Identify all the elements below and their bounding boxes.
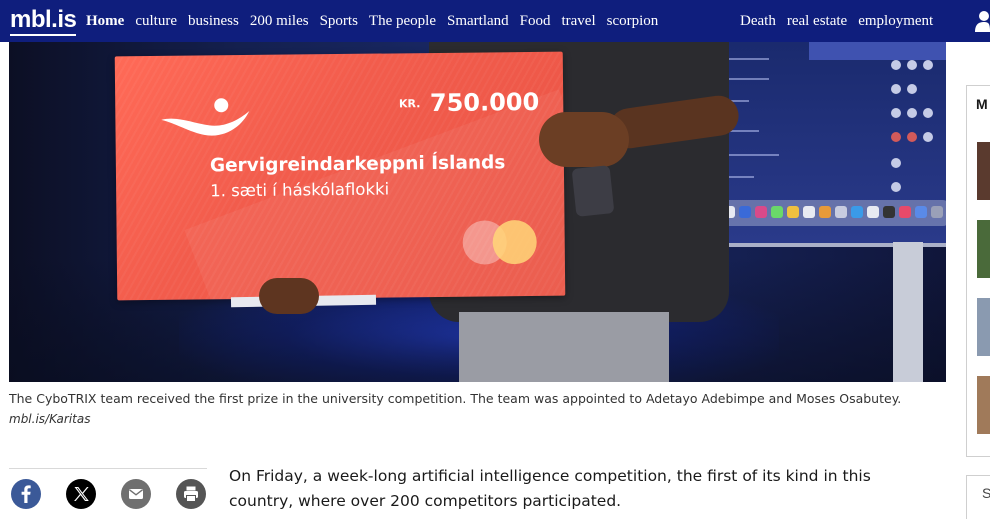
facebook-icon <box>21 485 31 503</box>
sidebar-thumbnail[interactable] <box>977 142 990 200</box>
sidebar-thumbnail[interactable] <box>977 298 990 356</box>
nav-item-the-people[interactable]: The people <box>369 13 436 30</box>
nav-item-200-miles[interactable]: 200 miles <box>250 13 309 30</box>
sidebar-thumbnail[interactable] <box>977 220 990 278</box>
sidebar-heading: M <box>976 96 988 112</box>
nav-item-employment[interactable]: employment <box>858 13 933 30</box>
email-share-button[interactable] <box>121 479 151 509</box>
nav-item-food[interactable]: Food <box>520 13 551 30</box>
nav-item-sports[interactable]: Sports <box>320 13 358 30</box>
photo-credit: mbl.is/Karitas <box>9 412 91 426</box>
phone-in-hand <box>571 165 615 217</box>
person-hand <box>539 112 629 167</box>
nav-item-smartland[interactable]: Smartland <box>447 13 509 30</box>
check-subtitle: 1. sæti í háskólaflokki <box>210 179 390 201</box>
nav-item-travel[interactable]: travel <box>561 13 595 30</box>
sidebar-heading-2: S <box>982 485 990 501</box>
card-logo-icon <box>462 219 538 267</box>
hero-photo: KR. 750.000 Gervigreindarkeppni Íslands … <box>9 42 946 382</box>
top-navigation-bar: mbl.is Home culture business 200 miles S… <box>0 0 990 42</box>
nav-item-home[interactable]: Home <box>86 13 124 30</box>
person-hand-holding-check <box>259 278 319 314</box>
x-icon <box>74 487 89 501</box>
print-icon <box>184 486 198 502</box>
nav-item-scorpion[interactable]: scorpion <box>607 13 659 30</box>
site-logo[interactable]: mbl.is <box>10 6 77 36</box>
email-icon <box>129 489 143 499</box>
nav-item-business[interactable]: business <box>188 13 239 30</box>
user-icon[interactable] <box>973 10 990 32</box>
sponsor-logo-icon <box>161 98 250 136</box>
photo-caption: The CyboTRIX team received the first pri… <box>9 391 902 406</box>
nav-item-death[interactable]: Death <box>740 13 776 30</box>
monitor-topbar <box>809 42 946 60</box>
article-lead: On Friday, a week-long artificial intell… <box>229 467 871 510</box>
nav-item-culture[interactable]: culture <box>135 13 177 30</box>
check-amount: KR. 750.000 <box>398 87 540 118</box>
prize-check: KR. 750.000 Gervigreindarkeppni Íslands … <box>114 51 566 301</box>
check-title: Gervigreindarkeppni Íslands <box>209 152 506 177</box>
person-pants <box>459 312 669 382</box>
sidebar-thumbnail[interactable] <box>977 376 990 434</box>
x-share-button[interactable] <box>66 479 96 509</box>
facebook-share-button[interactable] <box>11 479 41 509</box>
monitor-stand <box>893 242 923 382</box>
share-bar <box>9 468 207 519</box>
nav-right-group: Death real estate employment <box>740 0 944 42</box>
nav-left-group: Home culture business 200 miles Sports T… <box>86 0 669 42</box>
card-logo-right-circle <box>492 219 537 265</box>
check-currency: KR. <box>398 96 421 110</box>
print-share-button[interactable] <box>176 479 206 509</box>
nav-item-real-estate[interactable]: real estate <box>787 13 847 30</box>
check-value: 750.000 <box>429 87 540 118</box>
